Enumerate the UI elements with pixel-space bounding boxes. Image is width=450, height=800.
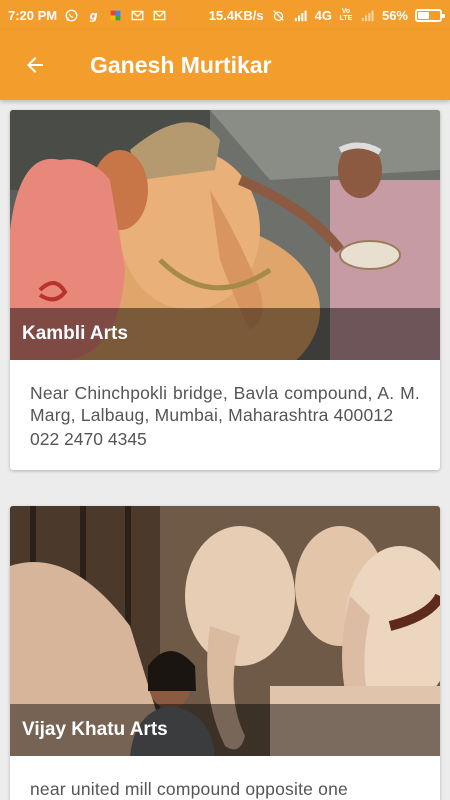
signal-icon-2 <box>361 10 374 21</box>
arrow-back-icon <box>27 57 43 73</box>
listing-name: Vijay Khatu Arts <box>22 719 168 740</box>
status-time: 7:20 PM <box>8 7 58 23</box>
listing-photo: Kambli Arts <box>10 110 440 360</box>
page-title: Ganesh Murtikar <box>90 51 272 78</box>
listing-address: Near Chinchpokli bridge, Bavla compound,… <box>30 383 420 425</box>
network-speed: 15.4KB/s <box>208 7 264 23</box>
whatsapp-icon <box>65 9 78 21</box>
listing-phone[interactable]: 022 2470 4345 <box>30 428 420 450</box>
listing-details: near united mill compound opposite one <box>10 756 440 800</box>
network-type: 4G <box>314 7 332 23</box>
status-bar: 7:20 PM g 15.4KB/s 4G Vo LTE 56% <box>0 0 450 30</box>
photos-icon <box>110 10 121 20</box>
app-bar: Ganesh Murtikar <box>0 30 450 100</box>
app-g-icon: g <box>90 9 98 22</box>
gmail-icon <box>131 10 144 20</box>
battery-fill <box>418 11 429 19</box>
listing-card[interactable]: Vijay Khatu Arts near united mill compou… <box>10 506 440 800</box>
listing-name: Kambli Arts <box>22 323 128 344</box>
listing-address: near united mill compound opposite one <box>30 779 348 799</box>
murtikar-list: Kambli Arts Near Chinchpokli bridge, Bav… <box>0 100 450 800</box>
back-button[interactable] <box>0 30 70 100</box>
listing-card[interactable]: Kambli Arts Near Chinchpokli bridge, Bav… <box>10 110 440 470</box>
gmail-icon-2 <box>153 10 166 20</box>
listing-name-band: Kambli Arts <box>10 308 440 360</box>
battery-icon <box>415 8 445 22</box>
battery-percent: 56% <box>381 7 408 23</box>
listing-photo: Vijay Khatu Arts <box>10 506 440 756</box>
listing-name-band: Vijay Khatu Arts <box>10 704 440 756</box>
listing-details: Near Chinchpokli bridge, Bavla compound,… <box>10 360 440 470</box>
signal-icon <box>294 10 307 21</box>
svg-text:g: g <box>90 9 98 22</box>
volte-label: Vo LTE <box>339 8 353 22</box>
alarm-off-icon <box>272 9 284 21</box>
